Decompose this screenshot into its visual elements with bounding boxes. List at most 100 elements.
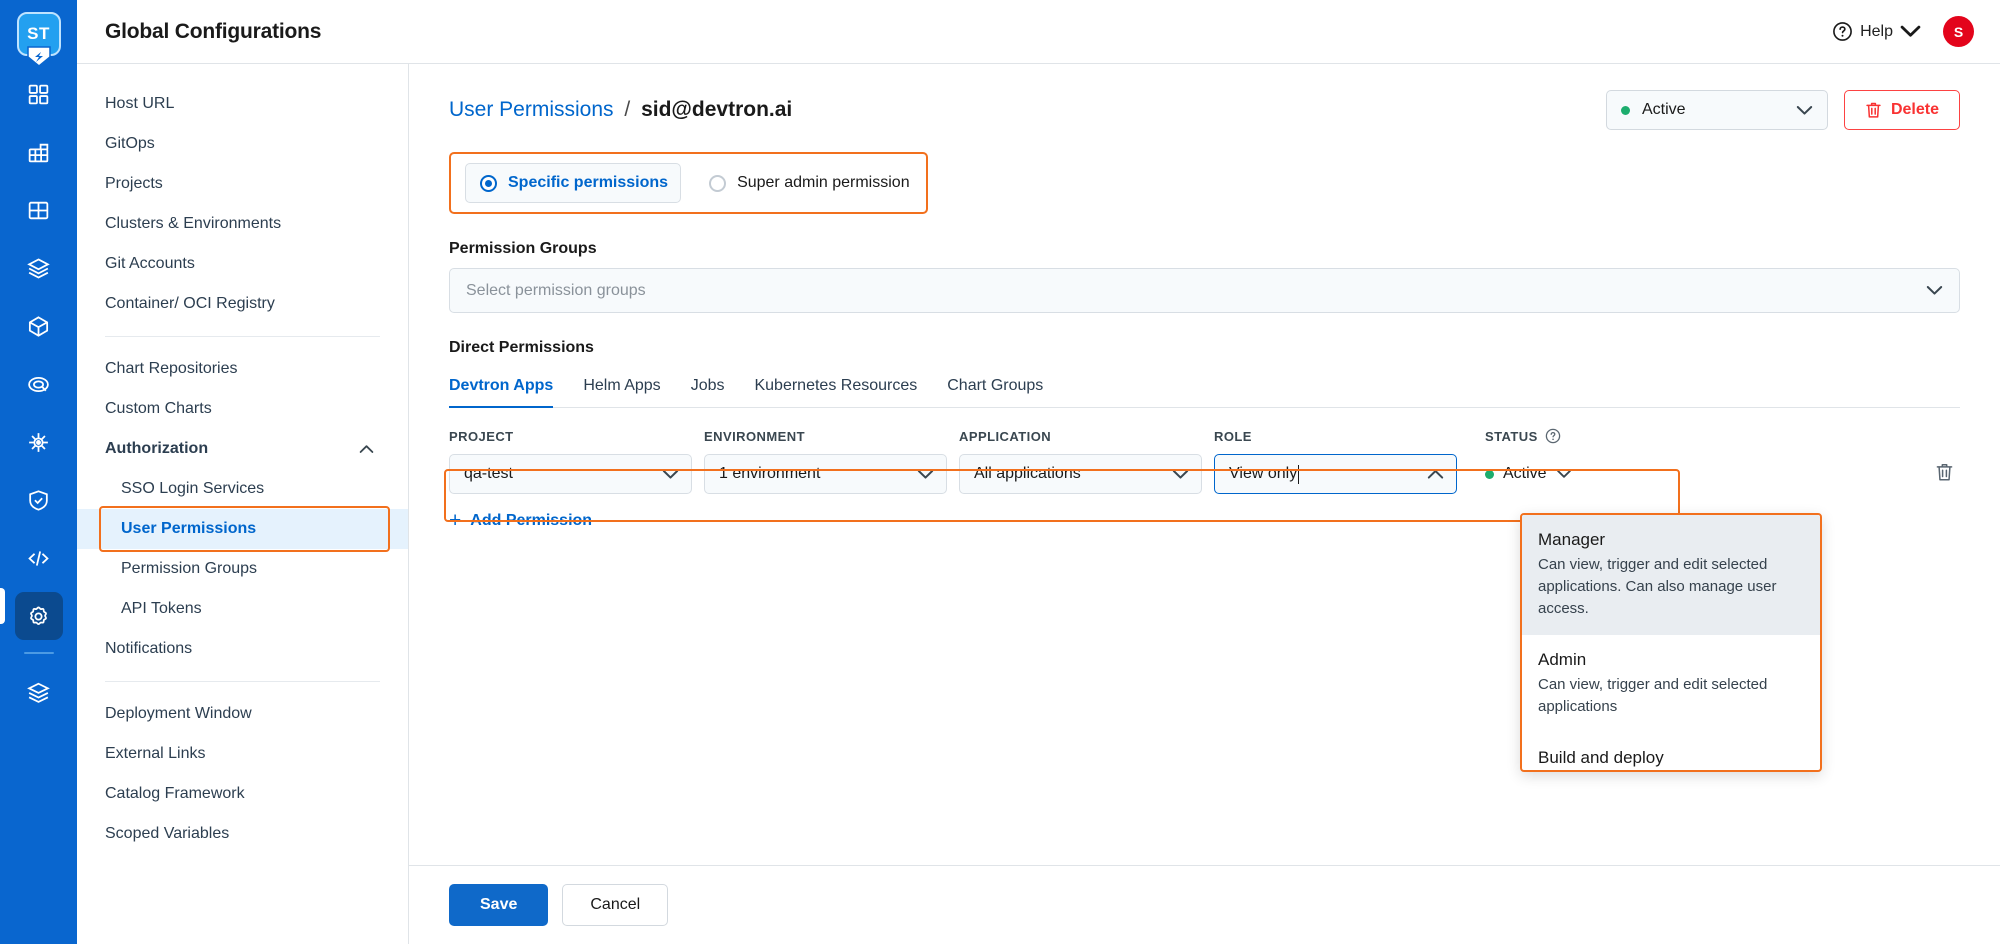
tab-helm-apps[interactable]: Helm Apps	[583, 373, 660, 408]
add-permission-label: Add Permission	[470, 512, 593, 529]
column-header-status: STATUS	[1485, 428, 1635, 444]
tab-devtron-apps[interactable]: Devtron Apps	[449, 373, 554, 408]
tab-label: Chart Groups	[947, 377, 1044, 394]
row-status-value: Active	[1503, 465, 1547, 482]
direct-permissions-tabs: Devtron Apps Helm Apps Jobs Kubernetes R…	[449, 373, 1960, 408]
delete-button[interactable]: Delete	[1843, 90, 1960, 130]
chevron-down-icon	[662, 469, 679, 479]
chart-grid-icon	[28, 143, 49, 162]
row-status-dropdown[interactable]: Active	[1485, 465, 1572, 483]
plus-icon: +	[449, 509, 462, 532]
sidebar-item-projects[interactable]: Projects	[77, 164, 408, 204]
column-header-project: PROJECT	[449, 428, 514, 444]
sidebar-item-user-permissions[interactable]: User Permissions	[77, 509, 408, 549]
tab-jobs[interactable]: Jobs	[691, 373, 725, 408]
sidebar-item-label: SSO Login Services	[121, 480, 265, 497]
sidebar-group-authorization[interactable]: Authorization	[77, 429, 408, 469]
environment-select[interactable]: 1 environment	[704, 454, 947, 494]
radio-specific-label: Specific permissions	[508, 174, 669, 191]
sidebar-item-label: Clusters & Environments	[105, 215, 282, 232]
permission-row: qa-test 1 environment All applications V…	[449, 454, 1960, 494]
avatar[interactable]: S	[1943, 16, 1974, 47]
rail-item-stack-manager[interactable]	[15, 668, 63, 716]
active-rail-indicator	[0, 588, 5, 624]
user-status-dropdown[interactable]: Active	[1605, 90, 1828, 130]
help-circle-icon[interactable]	[1545, 428, 1561, 444]
tab-chart-groups[interactable]: Chart Groups	[947, 373, 1043, 408]
layers-icon	[27, 682, 50, 703]
sidebar-item-catalog-framework[interactable]: Catalog Framework	[77, 774, 408, 814]
devtron-logo[interactable]: ST	[16, 12, 61, 67]
status-cell-wrap: Active	[1485, 465, 1635, 483]
sidebar-item-gitops[interactable]: GitOps	[77, 124, 408, 164]
text-caret	[1298, 464, 1300, 484]
delete-permission-row-button[interactable]	[1935, 462, 1960, 487]
permission-groups-placeholder: Select permission groups	[466, 281, 646, 299]
rail-item-jobs[interactable]	[15, 128, 63, 176]
rail-item-bulk-edit[interactable]	[15, 360, 63, 408]
cube-icon	[28, 315, 49, 337]
breadcrumb-parent-link[interactable]: User Permissions	[449, 98, 614, 121]
rail-item-global-configurations[interactable]	[14, 592, 63, 640]
breadcrumb-row: User Permissions / sid@devtron.ai Active	[449, 90, 1960, 130]
role-select[interactable]: View only	[1214, 454, 1457, 494]
role-option-title: Manager	[1538, 530, 1606, 549]
role-option-build-and-deploy[interactable]: Build and deploy	[1522, 733, 1820, 770]
tab-label: Devtron Apps	[449, 377, 554, 394]
help-button[interactable]: Help	[1832, 21, 1921, 42]
sidebar-item-deployment-window[interactable]: Deployment Window	[77, 694, 408, 734]
sidebar-item-label: User Permissions	[121, 520, 257, 537]
rail-item-app-groups[interactable]	[15, 186, 63, 234]
cancel-button[interactable]: Cancel	[562, 884, 669, 926]
sidebar-item-api-tokens[interactable]: API Tokens	[77, 589, 408, 629]
sidebar-item-scoped-variables[interactable]: Scoped Variables	[77, 814, 408, 854]
right-region: Global Configurations Help S Host URL Gi…	[77, 0, 2000, 944]
chevron-up-icon	[359, 445, 374, 453]
sidebar-item-permission-groups[interactable]: Permission Groups	[77, 549, 408, 589]
sidebar-item-host-url[interactable]: Host URL	[77, 84, 408, 124]
column-header-application: APPLICATION	[959, 428, 1052, 444]
top-bar-actions: Help S	[1832, 16, 1974, 47]
sidebar-item-external-links[interactable]: External Links	[77, 734, 408, 774]
sidebar-item-label: API Tokens	[121, 600, 202, 617]
breadcrumb: User Permissions / sid@devtron.ai	[449, 98, 792, 122]
sidebar-item-clusters-environments[interactable]: Clusters & Environments	[77, 204, 408, 244]
rail-item-resource-browser[interactable]	[15, 302, 63, 350]
rail-item-code[interactable]	[15, 534, 63, 582]
breadcrumb-current: sid@devtron.ai	[641, 98, 793, 121]
sidebar-item-notifications[interactable]: Notifications	[77, 629, 408, 669]
permissions-table-header: PROJECT ENVIRONMENT APPLICATION ROLE STA…	[449, 428, 1960, 444]
role-option-admin[interactable]: Admin Can view, trigger and edit selecte…	[1522, 635, 1820, 733]
rail-item-chart-store[interactable]	[15, 244, 63, 292]
sidebar-group-label: Authorization	[105, 440, 209, 457]
project-select[interactable]: qa-test	[449, 454, 692, 494]
application-select[interactable]: All applications	[959, 454, 1202, 494]
rail-item-clusters[interactable]	[15, 418, 63, 466]
sidebar-item-sso-login-services[interactable]: SSO Login Services	[77, 469, 408, 509]
form-footer: Save Cancel	[409, 865, 2000, 944]
sidebar-item-container-oci-registry[interactable]: Container/ OCI Registry	[77, 284, 408, 324]
tab-kubernetes-resources[interactable]: Kubernetes Resources	[754, 373, 917, 408]
add-permission-button[interactable]: + Add Permission	[449, 509, 593, 532]
sidebar-item-git-accounts[interactable]: Git Accounts	[77, 244, 408, 284]
save-button[interactable]: Save	[449, 884, 549, 926]
role-option-manager[interactable]: Manager Can view, trigger and edit selec…	[1522, 515, 1820, 635]
project-value: qa-test	[464, 465, 513, 482]
status-dot-icon	[1620, 105, 1630, 115]
primary-icon-rail: ST	[0, 0, 77, 944]
chevron-down-icon	[1796, 105, 1813, 115]
radio-specific-permissions[interactable]: Specific permissions	[465, 163, 682, 203]
rail-item-applications[interactable]	[15, 70, 63, 118]
sidebar-item-chart-repositories[interactable]: Chart Repositories	[77, 349, 408, 389]
code-brackets-icon	[28, 550, 49, 566]
delete-label: Delete	[1890, 101, 1939, 118]
radio-super-admin-permission[interactable]: Super admin permission	[709, 174, 910, 192]
chevron-down-icon	[1900, 25, 1921, 37]
permission-groups-select[interactable]: Select permission groups	[449, 268, 1960, 313]
column-header-role: ROLE	[1214, 428, 1252, 444]
nav-divider-2	[105, 681, 380, 682]
rail-item-security[interactable]	[15, 476, 63, 524]
trash-icon	[1936, 463, 1953, 480]
sidebar-item-custom-charts[interactable]: Custom Charts	[77, 389, 408, 429]
main-content: User Permissions / sid@devtron.ai Active	[409, 64, 2000, 865]
